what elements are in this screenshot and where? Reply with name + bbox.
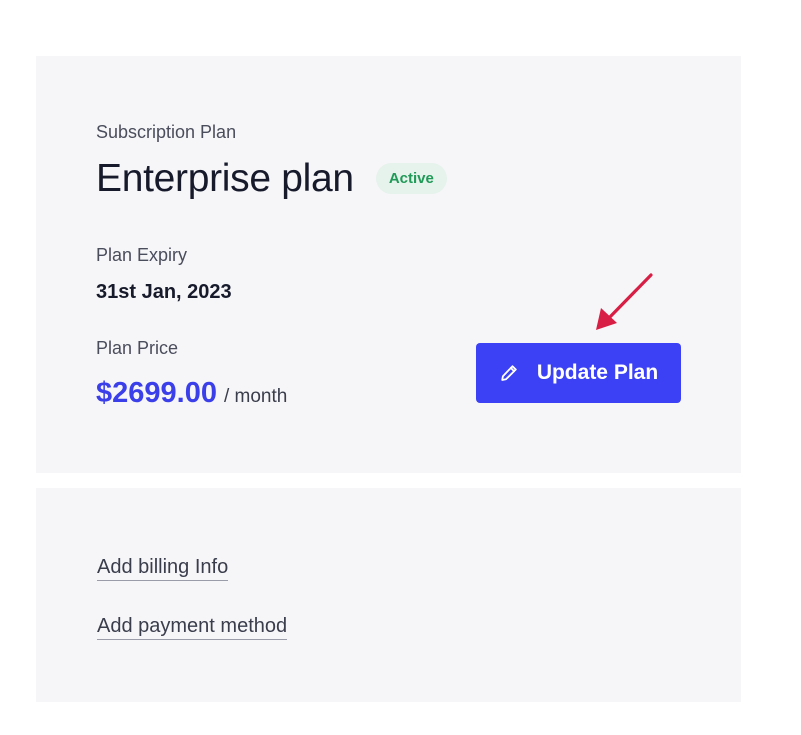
section-label: Subscription Plan (96, 122, 237, 142)
plan-title-row: Enterprise plan Active (96, 159, 447, 198)
add-billing-info-link[interactable]: Add billing Info (97, 556, 229, 581)
annotation-arrow (596, 273, 653, 330)
price-label: Plan Price (96, 338, 179, 358)
pencil-icon (499, 363, 519, 383)
update-plan-button[interactable]: Update Plan (476, 343, 681, 403)
price-amount: $2699.00 (96, 377, 217, 409)
price-period: / month (223, 386, 288, 407)
plan-name: Enterprise plan (96, 157, 354, 200)
price-row: $2699.00 / month (96, 379, 287, 408)
expiry-label: Plan Expiry (96, 245, 188, 265)
plan-card: Subscription Plan Enterprise plan Active… (36, 56, 741, 473)
add-payment-method-link[interactable]: Add payment method (97, 615, 288, 640)
expiry-value: 31st Jan, 2023 (96, 281, 232, 303)
status-badge: Active (375, 163, 447, 194)
update-plan-label: Update Plan (536, 361, 659, 384)
billing-card: Add billing Info Add payment method (36, 488, 741, 702)
